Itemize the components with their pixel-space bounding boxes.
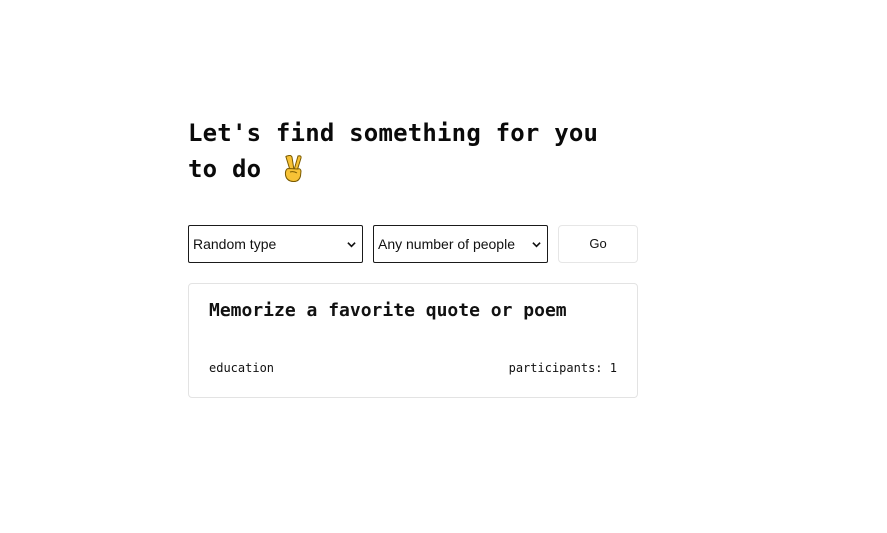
activity-card-footer: education participants: 1 [209,361,617,377]
activity-card: Memorize a favorite quote or poem educat… [188,283,638,398]
participants-label: participants: [508,361,603,375]
filter-controls: Random type Any number of people Go [188,225,638,263]
chevron-down-icon [532,242,541,248]
main-container: Let's find something for you to do Rando… [188,115,638,398]
type-select-value: Random type [193,236,277,252]
type-select[interactable]: Random type [188,225,363,263]
participants-info: participants: 1 [509,361,617,375]
go-button[interactable]: Go [558,225,638,263]
people-select-value: Any number of people [378,236,515,252]
activity-type: education [209,361,275,375]
people-select[interactable]: Any number of people [373,225,548,263]
participants-count: 1 [609,361,617,375]
victory-hand-icon [280,154,306,193]
chevron-down-icon [347,242,356,248]
page-title: Let's find something for you to do [188,115,638,193]
activity-title: Memorize a favorite quote or poem [209,300,567,321]
page-title-text: Let's find something for you to do [188,119,599,183]
